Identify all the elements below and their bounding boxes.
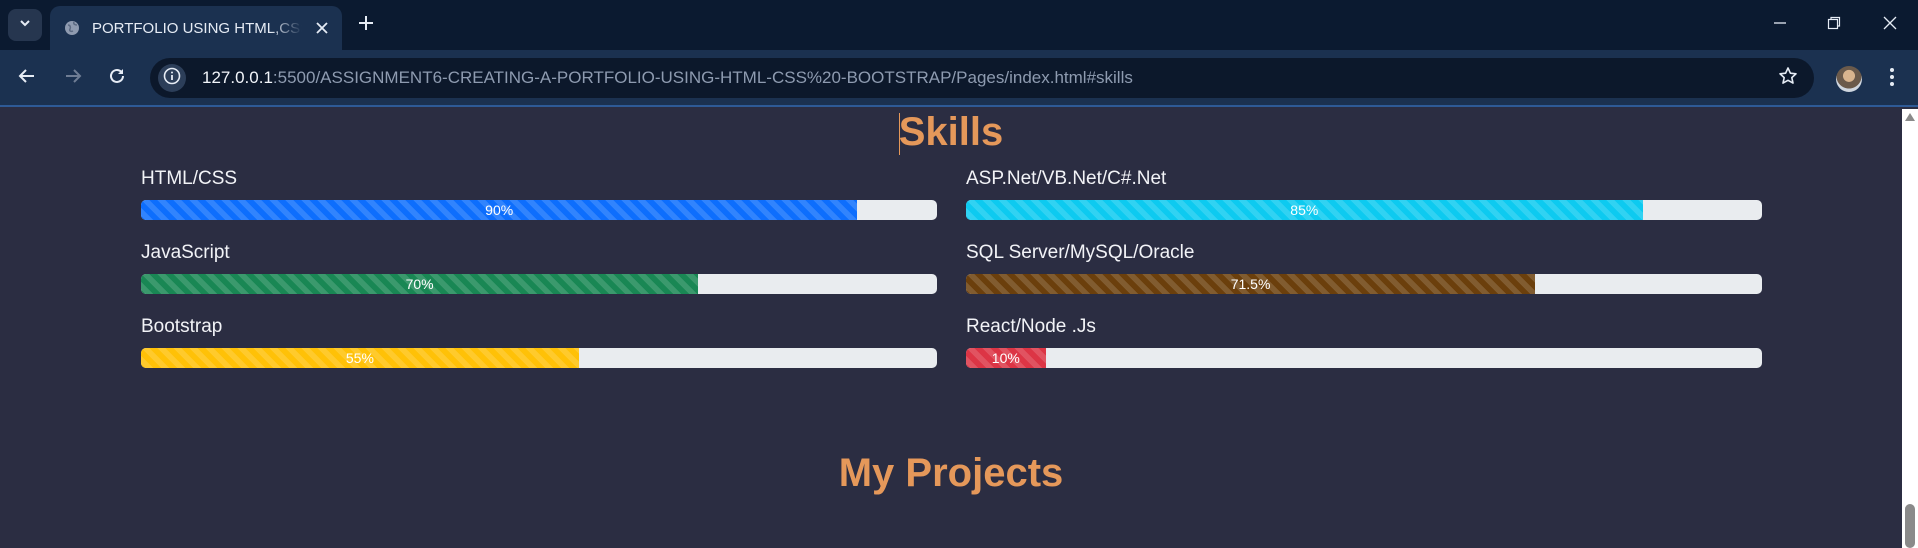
progress-track: 10% — [966, 348, 1762, 368]
info-icon — [163, 67, 181, 90]
progress-track: 55% — [141, 348, 937, 368]
restore-icon — [1827, 16, 1841, 35]
forward-button[interactable] — [58, 63, 88, 93]
globe-icon — [64, 20, 80, 36]
tab-title: PORTFOLIO USING HTML,CSS & BOOTSTRAP — [92, 19, 302, 37]
site-info-button[interactable] — [158, 64, 186, 92]
minimize-icon — [1773, 16, 1787, 35]
skill-bootstrap: Bootstrap 55% — [141, 315, 937, 368]
projects-heading: My Projects — [838, 451, 1064, 495]
kebab-menu-icon — [1890, 67, 1894, 91]
browser-toolbar: 127.0.0.1:5500/ASSIGNMENT6-CREATING-A-PO… — [0, 50, 1918, 107]
close-window-icon — [1883, 16, 1897, 35]
skill-react-node: React/Node .Js 10% — [966, 315, 1762, 368]
page-scrollbar[interactable] — [1902, 109, 1918, 548]
skill-label: JavaScript — [141, 242, 230, 263]
progress-track: 70% — [141, 274, 937, 294]
skill-javascript: JavaScript 70% — [141, 241, 937, 294]
skills-heading: Skills — [898, 110, 1004, 154]
chevron-down-icon — [18, 16, 32, 35]
url-text[interactable]: 127.0.0.1:5500/ASSIGNMENT6-CREATING-A-PO… — [202, 68, 1133, 88]
progress-bar: 10% — [966, 348, 1046, 368]
forward-arrow-icon — [64, 67, 82, 90]
close-icon[interactable] — [312, 18, 332, 38]
url-path: :5500/ASSIGNMENT6-CREATING-A-PORTFOLIO-U… — [272, 68, 1133, 87]
progress-bar: 70% — [141, 274, 699, 294]
browser-menu-button[interactable] — [1882, 64, 1902, 94]
plus-icon — [358, 15, 374, 36]
progress-bar: 71.5% — [966, 274, 1536, 294]
scroll-up-arrow-icon[interactable] — [1905, 113, 1915, 121]
url-host: 127.0.0.1 — [202, 68, 273, 87]
bookmark-button[interactable] — [1776, 66, 1800, 90]
new-tab-button[interactable] — [352, 11, 380, 39]
progress-track: 71.5% — [966, 274, 1762, 294]
star-icon — [1778, 66, 1798, 91]
progress-bar: 55% — [141, 348, 579, 368]
restore-button[interactable] — [1814, 10, 1854, 40]
skill-asp-net: ASP.Net/VB.Net/C#.Net 85% — [966, 167, 1762, 220]
text-cursor — [899, 113, 900, 155]
skill-label: Bootstrap — [141, 316, 223, 337]
progress-track: 85% — [966, 200, 1762, 220]
skill-html-css: HTML/CSS 90% — [141, 167, 937, 220]
scroll-thumb[interactable] — [1905, 504, 1915, 548]
skill-label: React/Node .Js — [966, 316, 1096, 337]
reload-button[interactable] — [102, 63, 132, 93]
address-bar[interactable]: 127.0.0.1:5500/ASSIGNMENT6-CREATING-A-PO… — [150, 58, 1814, 98]
back-button[interactable] — [12, 63, 42, 93]
progress-bar: 90% — [141, 200, 858, 220]
reload-icon — [108, 67, 126, 90]
tab-strip: PORTFOLIO USING HTML,CSS & BOOTSTRAP — [0, 0, 1918, 50]
skill-label: SQL Server/MySQL/Oracle — [966, 242, 1195, 263]
close-window-button[interactable] — [1870, 10, 1910, 40]
avatar[interactable] — [1836, 66, 1862, 92]
skill-label: ASP.Net/VB.Net/C#.Net — [966, 168, 1167, 189]
tab-search-button[interactable] — [8, 9, 42, 41]
progress-bar: 85% — [966, 200, 1643, 220]
page-viewport: Skills HTML/CSS 90% ASP.Net/VB.Net/C#.Ne… — [0, 109, 1902, 548]
progress-track: 90% — [141, 200, 937, 220]
skill-label: HTML/CSS — [141, 168, 238, 189]
back-arrow-icon — [18, 67, 36, 90]
skill-sql: SQL Server/MySQL/Oracle 71.5% — [966, 241, 1762, 294]
active-tab[interactable]: PORTFOLIO USING HTML,CSS & BOOTSTRAP — [50, 6, 342, 50]
minimize-button[interactable] — [1760, 10, 1800, 40]
